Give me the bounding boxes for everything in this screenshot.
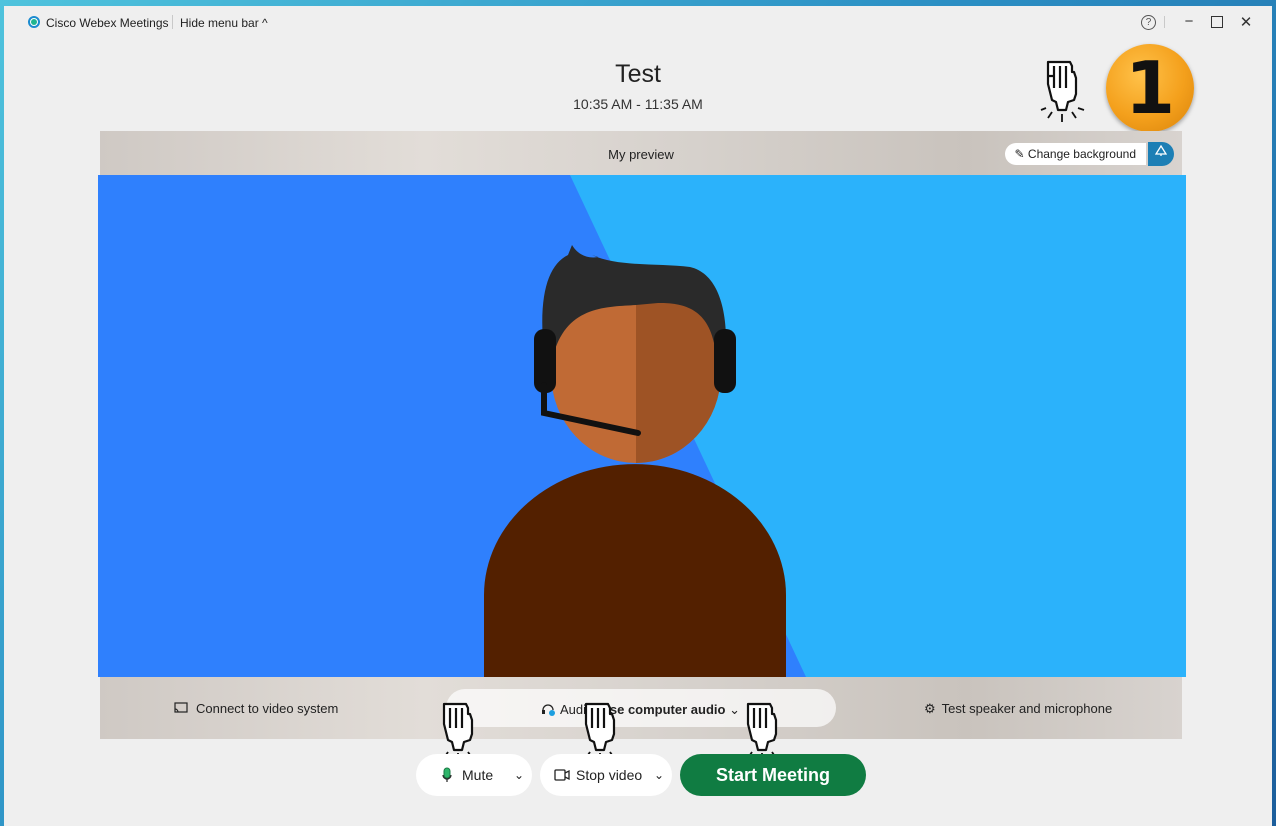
chevron-down-icon[interactable]: ⌄: [654, 754, 664, 796]
preview-header: My preview ✎ Change background: [100, 131, 1182, 175]
webex-window: Cisco Webex Meetings Hide menu bar ^ ? −…: [4, 6, 1272, 826]
hide-menu-bar-button[interactable]: Hide menu bar ^: [180, 16, 268, 30]
chevron-down-icon: ⌄: [725, 702, 740, 717]
change-background-button[interactable]: ✎ Change background: [1004, 143, 1146, 165]
stop-video-label: Stop video: [576, 767, 643, 783]
help-icon[interactable]: ?: [1141, 15, 1156, 30]
test-speaker-label: Test speaker and microphone: [941, 701, 1113, 716]
preview-controls-bar: Connect to video system Audio: Use compu…: [100, 677, 1182, 739]
audio-text: Audio: Use computer audio ⌄: [540, 701, 740, 718]
step-number-badge: 1: [1106, 44, 1194, 132]
change-background-toggle[interactable]: [1148, 142, 1174, 166]
pointing-hand-icon: [442, 702, 474, 761]
chevron-down-icon[interactable]: ⌄: [514, 754, 524, 796]
title-separator: [1164, 16, 1165, 28]
pointing-hand-icon: [584, 702, 616, 761]
cast-icon: [174, 702, 188, 713]
pointing-hand-icon: [746, 702, 778, 761]
mute-button[interactable]: Mute ⌄: [416, 754, 532, 796]
mute-label: Mute: [462, 767, 494, 783]
pointing-hand-icon: [1040, 60, 1085, 122]
connect-label: Connect to video system: [196, 701, 339, 716]
microphone-icon: [442, 767, 452, 782]
gear-icon: ⚙: [924, 701, 936, 716]
start-meeting-button[interactable]: Start Meeting: [680, 754, 866, 796]
headset-icon: [542, 704, 555, 716]
cisco-webex-logo-icon: [28, 16, 40, 28]
minimize-button[interactable]: −: [1179, 13, 1199, 30]
close-button[interactable]: ✕: [1236, 13, 1256, 31]
maximize-button[interactable]: [1207, 13, 1227, 32]
avatar-illustration: [98, 175, 1186, 677]
maximize-icon: [1211, 16, 1223, 28]
app-name: Cisco Webex Meetings: [46, 16, 169, 30]
stop-video-button[interactable]: Stop video ⌄: [540, 754, 672, 796]
camera-icon: [554, 769, 570, 781]
title-bar: Cisco Webex Meetings Hide menu bar ^ ? −…: [4, 6, 1272, 38]
background-icon: [1154, 144, 1168, 156]
video-preview: [98, 175, 1186, 677]
change-background-label: Change background: [1027, 147, 1136, 161]
title-separator: [172, 15, 173, 29]
magic-wand-icon: ✎: [1014, 147, 1028, 161]
test-speaker-microphone-button[interactable]: ⚙ Test speaker and microphone: [924, 701, 1112, 717]
connect-to-video-system-button[interactable]: Connect to video system: [174, 701, 338, 716]
